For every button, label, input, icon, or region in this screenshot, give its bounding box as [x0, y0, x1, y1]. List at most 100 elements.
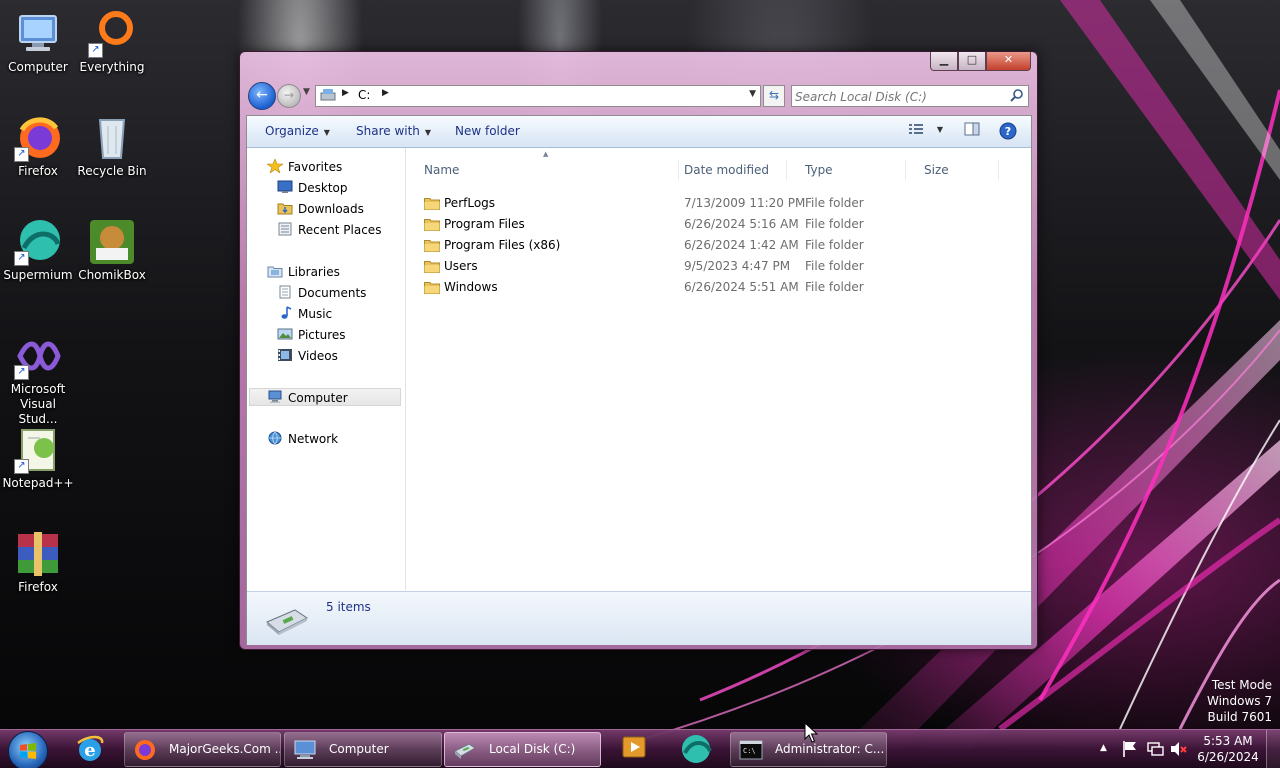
star-icon	[267, 159, 283, 173]
item-count: 5 items	[326, 600, 371, 614]
new-folder-button[interactable]: New folder	[455, 124, 520, 138]
preview-pane-button[interactable]	[962, 122, 982, 140]
column-header-size[interactable]: Size	[906, 160, 999, 180]
file-date: 6/26/2024 5:51 AM	[684, 280, 799, 294]
desktop-icon-label: Everything	[79, 60, 145, 74]
downloads-folder-icon	[277, 203, 293, 215]
view-options-button[interactable]	[906, 122, 926, 140]
close-button[interactable]: ✕	[986, 52, 1031, 71]
chevron-down-icon: ▼	[424, 128, 432, 137]
help-button[interactable]: ?	[998, 122, 1018, 140]
details-pane: 5 items	[247, 591, 1031, 645]
search-icon[interactable]	[1010, 88, 1024, 102]
taskbar-button-local-disk[interactable]: Local Disk (C:)	[444, 732, 601, 767]
taskbar-pinned-supermium[interactable]	[674, 733, 718, 767]
nav-item-desktop[interactable]: Desktop	[277, 179, 348, 197]
view-dropdown-icon[interactable]: ▼	[930, 125, 950, 143]
breadcrumb-drive[interactable]: C:	[358, 88, 370, 102]
file-name: Program Files (x86)	[444, 238, 561, 252]
desktop-icon-visual-studio[interactable]: ↗ Microsoft Visual Stud...	[0, 332, 76, 427]
desktop-icon-winrar[interactable]: Firefox	[0, 530, 76, 595]
desktop-icon-label: Firefox	[18, 164, 58, 178]
nav-item-downloads[interactable]: Downloads	[277, 200, 364, 218]
file-name: Program Files	[444, 217, 525, 231]
volume-muted-icon[interactable]	[1170, 740, 1188, 768]
desktop-icon-firefox[interactable]: ↗ Firefox	[0, 114, 76, 179]
chomikbox-icon	[88, 218, 136, 266]
chevron-down-icon: ▼	[323, 128, 330, 137]
mouse-cursor-icon	[804, 722, 818, 743]
address-bar[interactable]: ▶ C: ▶ ▼	[315, 85, 761, 107]
explorer-window[interactable]: ▁ □ ✕ ← → ▼ ▶ C: ▶ ▼ ⇆ Organize▼ Share w…	[239, 51, 1038, 650]
column-header-date-modified[interactable]: Date modified	[666, 160, 787, 180]
file-row-windows[interactable]: Windows 6/26/2024 5:51 AM File folder	[406, 277, 1031, 298]
maximize-button[interactable]: □	[958, 52, 986, 71]
refresh-button[interactable]: ⇆	[763, 85, 785, 107]
documents-icon	[279, 285, 291, 299]
watermark-line: Test Mode	[1211, 678, 1272, 692]
winrar-icon	[14, 530, 62, 578]
minimize-button[interactable]: ▁	[930, 52, 958, 71]
desktop-icon-supermium[interactable]: ↗ Supermium	[0, 218, 76, 283]
clock-time: 5:53 AM	[1203, 734, 1253, 748]
taskbar-button-label: MajorGeeks.Com ...	[169, 742, 281, 756]
file-row-program-files-x86[interactable]: Program Files (x86) 6/26/2024 1:42 AM Fi…	[406, 235, 1031, 256]
taskbar-button-computer[interactable]: Computer	[284, 732, 442, 767]
nav-item-favorites[interactable]: Favorites	[267, 158, 342, 176]
file-name: Windows	[444, 280, 498, 294]
system-clock[interactable]: 5:53 AM 6/26/2024	[1193, 733, 1263, 765]
taskbar-button-label: Computer	[329, 742, 389, 756]
sort-ascending-icon: ▲	[543, 150, 549, 158]
network-status-icon[interactable]	[1146, 740, 1164, 768]
column-header-name[interactable]: Name	[406, 160, 679, 180]
action-center-icon[interactable]	[1122, 740, 1138, 768]
back-button[interactable]: ←	[248, 82, 276, 110]
navigation-pane: Favorites Desktop Downloads Recent Place…	[247, 148, 406, 590]
nav-item-videos[interactable]: Videos	[277, 347, 338, 365]
file-row-users[interactable]: Users 9/5/2023 4:47 PM File folder	[406, 256, 1031, 277]
nav-item-pictures[interactable]: Pictures	[277, 326, 346, 344]
desktop-icon-computer[interactable]: Computer	[0, 10, 76, 75]
nav-item-music[interactable]: Music	[277, 305, 332, 323]
cmd-icon: C:\	[739, 740, 763, 760]
desktop-icon-label: Firefox	[18, 580, 58, 594]
show-hidden-icons-button[interactable]: ▲	[1100, 743, 1107, 768]
taskbar-pinned-ie[interactable]: e	[68, 733, 112, 767]
supermium-icon: ↗	[14, 218, 62, 266]
start-button[interactable]	[8, 731, 48, 768]
show-desktop-button[interactable]	[1266, 730, 1280, 768]
search-input[interactable]	[792, 88, 1005, 106]
desktop-icon-recycle-bin[interactable]: Recycle Bin	[74, 114, 150, 179]
taskbar-button-label: Local Disk (C:)	[489, 742, 576, 756]
shortcut-arrow-icon: ↗	[14, 251, 29, 266]
nav-item-documents[interactable]: Documents	[277, 284, 366, 302]
desktop-icon-chomikbox[interactable]: ChomikBox	[74, 218, 150, 283]
column-header-type[interactable]: Type	[787, 160, 906, 180]
breadcrumb-separator-icon[interactable]: ▶	[382, 88, 389, 98]
taskbar-button-firefox[interactable]: MajorGeeks.Com ...	[124, 732, 281, 767]
forward-button[interactable]: →	[277, 84, 301, 108]
recent-pages-dropdown[interactable]: ▼	[303, 87, 310, 97]
internet-explorer-icon: e	[77, 735, 104, 761]
search-box[interactable]	[791, 85, 1029, 107]
organize-button[interactable]: Organize ▼	[265, 124, 330, 138]
desktop-icon-notepad-plus-plus[interactable]: ↗ Notepad++	[0, 426, 76, 491]
share-with-button[interactable]: Share with ▼	[356, 124, 431, 138]
test-mode-watermark: Test Mode Windows 7 Build 7601	[1207, 677, 1272, 725]
file-type: File folder	[805, 238, 864, 252]
nav-item-recent-places[interactable]: Recent Places	[277, 221, 381, 239]
file-row-program-files[interactable]: Program Files 6/26/2024 5:16 AM File fol…	[406, 214, 1031, 235]
firefox-icon: ↗	[14, 114, 62, 162]
shortcut-arrow-icon: ↗	[88, 43, 103, 58]
file-name: PerfLogs	[444, 196, 496, 210]
taskbar-pinned-media-player[interactable]	[612, 733, 656, 767]
file-date: 6/26/2024 5:16 AM	[684, 217, 799, 231]
file-row-perflogs[interactable]: PerfLogs 7/13/2009 11:20 PM File folder	[406, 193, 1031, 214]
desktop-icon-label: Notepad++	[2, 476, 74, 490]
nav-item-network[interactable]: Network	[267, 430, 338, 448]
nav-item-libraries[interactable]: Libraries	[267, 263, 340, 281]
details-view-icon	[909, 124, 923, 134]
nav-item-computer[interactable]: Computer	[249, 388, 401, 406]
desktop-icon-everything[interactable]: ↗ Everything	[74, 10, 150, 75]
address-history-dropdown[interactable]: ▼	[749, 89, 756, 99]
